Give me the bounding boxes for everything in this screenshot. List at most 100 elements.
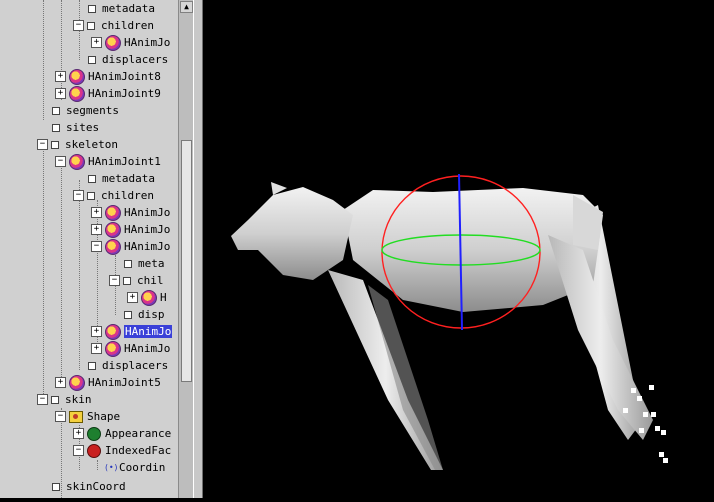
tree-node-children[interactable]: − children (73, 17, 154, 34)
hanim-joint-icon (69, 68, 85, 85)
tree-node-displacers[interactable]: displacers (88, 51, 168, 68)
collapse-toggle[interactable]: − (73, 445, 84, 456)
expand-toggle[interactable]: + (91, 207, 102, 218)
hanim-joint-icon (105, 238, 121, 255)
field-leaf-icon (88, 174, 96, 183)
tree-node-label: skinCoord (66, 480, 126, 493)
expand-toggle[interactable]: + (91, 37, 102, 48)
tree-node-label: sites (66, 121, 100, 134)
hanim-joint-icon (105, 34, 121, 51)
tree-node-label: HAnimJoint8 (88, 70, 161, 83)
tree-node-hanimjoint8[interactable]: + HAnimJoint8 (55, 68, 161, 85)
tree-node-label: HAnimJo (124, 206, 171, 219)
tree-node-hanimjoint[interactable]: + HAnimJo (91, 204, 170, 221)
tree-node-appearance[interactable]: + Appearance (73, 425, 171, 442)
expand-toggle[interactable]: + (55, 88, 66, 99)
3d-viewport[interactable] (203, 0, 714, 498)
expand-toggle[interactable]: + (91, 224, 102, 235)
tree-node-metadata[interactable]: metadata (88, 170, 155, 187)
tree-node-hanimjoint5[interactable]: + HAnimJoint5 (55, 374, 161, 391)
tree-node-skin[interactable]: − skin (37, 391, 92, 408)
tree-node-label: HAnimJo (124, 240, 171, 253)
application-window: metadata − children + HAnimJo displacers… (0, 0, 714, 498)
hanim-joint-icon (105, 221, 121, 238)
tree-node-label: HAnimJo (124, 36, 171, 49)
expand-toggle[interactable]: + (55, 377, 66, 388)
hanim-joint-icon (69, 153, 85, 170)
collapse-toggle[interactable]: − (37, 139, 48, 150)
tree-node-hanimjoint[interactable]: + HAnimJo (91, 34, 170, 51)
tree-node-hanimjoint-selected[interactable]: + HAnimJo (91, 323, 173, 340)
tree-node-hanimjoint9[interactable]: + HAnimJoint9 (55, 85, 161, 102)
hanim-joint-icon (105, 323, 121, 340)
tree-node-skeleton[interactable]: − skeleton (37, 136, 118, 153)
tree-node-indexedfaceset[interactable]: − IndexedFac (73, 442, 171, 459)
tree-vertical-scrollbar[interactable]: ▲ (178, 0, 193, 498)
field-leaf-icon (52, 123, 60, 132)
tree-node-shape[interactable]: − Shape (55, 408, 120, 425)
hanim-joint-icon (105, 204, 121, 221)
3d-scene[interactable] (203, 0, 714, 498)
tree-node-label: displacers (102, 359, 169, 372)
tree-node-label: skin (65, 393, 92, 406)
tree-node-skincoord[interactable]: skinCoord (52, 478, 126, 495)
expand-toggle[interactable]: + (91, 343, 102, 354)
hanim-joint-icon (105, 340, 121, 357)
scene-graph-tree[interactable]: metadata − children + HAnimJo displacers… (0, 0, 178, 498)
tree-node-label: HAnimJo (124, 325, 173, 338)
collapse-toggle[interactable]: − (37, 394, 48, 405)
tree-node-hanimjoint[interactable]: − HAnimJo (91, 238, 170, 255)
indexedfaceset-node-icon (87, 443, 101, 458)
panel-splitter[interactable] (193, 0, 203, 498)
collapse-toggle[interactable]: − (55, 411, 66, 422)
tree-node-hanimjoint[interactable]: + HAnimJo (91, 221, 170, 238)
collapse-toggle[interactable]: − (55, 156, 66, 167)
hanim-joint-icon (69, 85, 85, 102)
collapse-toggle[interactable]: − (91, 241, 102, 252)
tree-node-metadata[interactable]: meta (124, 255, 165, 272)
tree-node-sites[interactable]: sites (52, 119, 99, 136)
tree-node-label: HAnimJo (124, 223, 171, 236)
tree-node-label: children (101, 19, 154, 32)
tree-node-displacers[interactable]: displacers (88, 357, 168, 374)
scroll-up-arrow[interactable]: ▲ (180, 1, 193, 13)
hanim-joint-icon (69, 374, 85, 391)
tree-node-metadata[interactable]: metadata (88, 0, 155, 17)
expand-toggle[interactable]: + (73, 428, 84, 439)
tree-node-label: HAnimJoint1 (88, 155, 161, 168)
tree-node-hanimjoint[interactable]: + HAnimJo (91, 340, 170, 357)
field-leaf-icon (124, 310, 132, 319)
shape-node-icon (69, 410, 83, 423)
hanim-joint-icon (141, 289, 157, 306)
tree-node-label: metadata (102, 172, 155, 185)
tree-node-hanimjoint[interactable]: + H (127, 289, 167, 306)
tree-node-segments[interactable]: segments (52, 102, 119, 119)
tree-node-coordinate[interactable]: (•) Coordin (104, 459, 165, 476)
tree-node-displacers[interactable]: disp (124, 306, 165, 323)
field-leaf-icon (52, 482, 60, 491)
tree-node-label: segments (66, 104, 119, 117)
expand-toggle[interactable]: + (91, 326, 102, 337)
field-leaf-icon (88, 361, 96, 370)
tree-node-label: Coordin (119, 461, 166, 474)
collapse-toggle[interactable]: − (73, 190, 84, 201)
tree-node-children[interactable]: − chil (109, 272, 164, 289)
field-leaf-icon (51, 395, 59, 404)
tree-node-label: IndexedFac (105, 444, 172, 457)
coordinate-node-icon: (•) (104, 462, 119, 472)
tree-node-label: Shape (87, 410, 121, 423)
expand-toggle[interactable]: + (55, 71, 66, 82)
tree-node-label: skeleton (65, 138, 118, 151)
collapse-toggle[interactable]: − (109, 275, 120, 286)
field-leaf-icon (52, 106, 60, 115)
tree-node-children[interactable]: − children (73, 187, 154, 204)
tree-node-hanimjoint1[interactable]: − HAnimJoint1 (55, 153, 161, 170)
tree-node-label: displacers (102, 53, 169, 66)
tree-node-label: disp (138, 308, 165, 321)
scrollbar-thumb[interactable] (181, 140, 192, 382)
collapse-toggle[interactable]: − (73, 20, 84, 31)
tree-node-label: HAnimJo (124, 342, 171, 355)
field-leaf-icon (88, 55, 96, 64)
field-leaf-icon (88, 4, 96, 13)
expand-toggle[interactable]: + (127, 292, 138, 303)
